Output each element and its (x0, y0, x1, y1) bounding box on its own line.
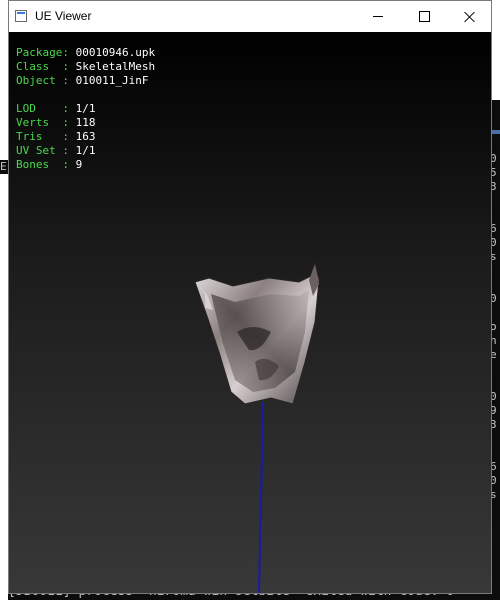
ue-viewer-window: UE Viewer Package: 00010946.upk Class: … (8, 0, 492, 594)
info-row-verts: Verts : 118 (16, 116, 96, 129)
bone-line (258, 401, 264, 593)
info-row-tris: Tris : 163 (16, 130, 96, 143)
info-row-object: Object : 010011_JinF (16, 74, 149, 87)
maximize-button[interactable] (401, 1, 447, 32)
window-title: UE Viewer (35, 9, 92, 23)
info-row-uv-set: UV Set : 1/1 (16, 144, 96, 157)
close-icon (464, 11, 476, 23)
background-console-left-edge: E (0, 160, 8, 174)
mesh-info-panel: Package: 00010946.upk Class : SkeletalMe… (16, 46, 155, 172)
maximize-icon (418, 11, 430, 22)
info-row-class: Class : SkeletalMesh (16, 60, 156, 73)
app-window-icon (15, 10, 27, 22)
info-row-package: Package: 00010946.upk (16, 46, 156, 59)
minimize-button[interactable] (355, 1, 401, 32)
title-bar[interactable]: UE Viewer (9, 1, 491, 32)
close-button[interactable] (447, 1, 493, 32)
info-row-bones: Bones : 9 (16, 158, 83, 171)
minimize-icon (373, 16, 383, 17)
3d-viewport[interactable]: Package: 00010946.upk Class : SkeletalMe… (9, 32, 491, 593)
info-row-lod: LOD : 1/1 (16, 102, 96, 115)
